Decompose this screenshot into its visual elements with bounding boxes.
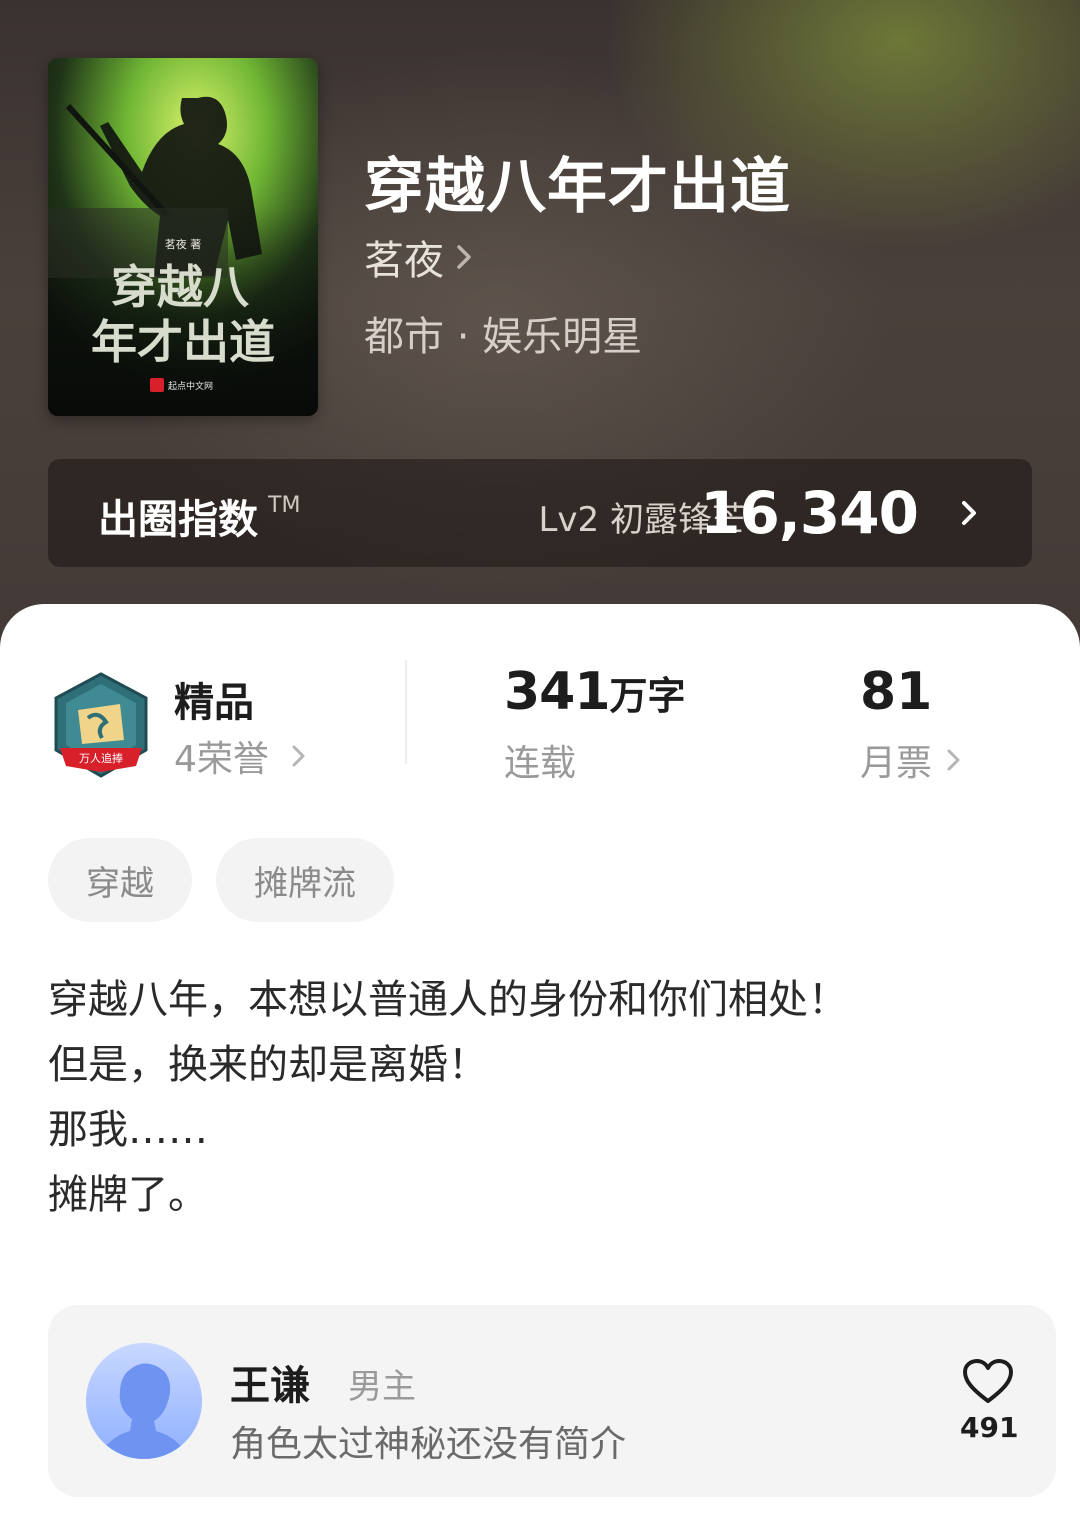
- like-count: 491: [960, 1411, 1019, 1444]
- monthly-tickets-label: 月票: [860, 743, 933, 784]
- synopsis-line: 摊牌了。: [48, 1172, 208, 1218]
- like-button[interactable]: 491: [960, 1359, 1019, 1444]
- cover-artwork: 茗夜 著 穿越八 年才出道 起点中文网: [48, 58, 318, 416]
- honor-link[interactable]: 4荣誉: [174, 730, 307, 782]
- cover-title-line2: 年才出道: [91, 315, 275, 369]
- tag-chip[interactable]: 摊牌流: [216, 838, 394, 922]
- heart-icon: [963, 1359, 1013, 1403]
- avatar: [86, 1343, 202, 1459]
- popularity-index-bar[interactable]: 出圈指数 TM Lv2 初露锋芒 16,340: [48, 459, 1032, 567]
- synopsis-line: 但是，换来的却是离婚！: [48, 1042, 488, 1088]
- character-card[interactable]: 王谦 男主 角色太过神秘还没有简介 491: [48, 1305, 1056, 1497]
- author-name: 茗夜: [364, 238, 444, 284]
- synopsis-line: 穿越八年，本想以普通人的身份和你们相处！: [48, 977, 848, 1023]
- character-name: 王谦: [230, 1363, 310, 1409]
- chevron-right-icon: [457, 245, 471, 269]
- cover-title-line1: 穿越八: [111, 260, 250, 314]
- book-title: 穿越八年才出道: [364, 152, 791, 222]
- cover-publisher-text: 起点中文网: [168, 380, 213, 392]
- cover-author-text: 茗夜 著: [165, 237, 202, 251]
- book-detail-card: 万人追捧 精品 4荣誉 341万字 连载 81 月票 穿越 摊牌流 穿越八年，本…: [0, 604, 1080, 1518]
- book-genre: 都市 · 娱乐明星: [364, 314, 643, 360]
- chevron-right-icon: [292, 745, 305, 767]
- trademark-mark: TM: [268, 493, 301, 518]
- character-role: 男主: [348, 1367, 416, 1407]
- word-count-unit: 万字: [609, 674, 686, 718]
- stats-divider: [405, 660, 407, 764]
- chevron-right-icon: [947, 749, 960, 771]
- index-label: 出圈指数: [98, 497, 258, 543]
- monthly-tickets-link[interactable]: 月票: [860, 734, 962, 786]
- character-description: 角色太过神秘还没有简介: [230, 1424, 627, 1465]
- book-cover[interactable]: 茗夜 著 穿越八 年才出道 起点中文网: [48, 58, 318, 416]
- synopsis-line: 那我……: [48, 1107, 208, 1153]
- honor-badge-icon[interactable]: 万人追捧: [50, 670, 152, 782]
- badge-ribbon-text: 万人追捧: [79, 751, 123, 765]
- monthly-tickets-count: 81: [860, 662, 933, 722]
- chevron-right-icon: [962, 501, 976, 525]
- author-link[interactable]: 茗夜: [364, 232, 476, 284]
- honor-title: 精品: [174, 680, 254, 726]
- book-header: 茗夜 著 穿越八 年才出道 起点中文网 穿越八年才出道 茗夜 都市 · 娱乐明星…: [0, 0, 1080, 660]
- word-count-number: 341: [504, 662, 611, 722]
- character-silhouette-icon: [86, 1343, 202, 1459]
- publisher-logo-icon: [150, 378, 164, 392]
- word-count: 341万字: [504, 662, 686, 722]
- index-value: 16,340: [700, 479, 919, 547]
- serial-status: 连载: [504, 743, 577, 784]
- honor-count: 4荣誉: [174, 739, 269, 780]
- tag-chip[interactable]: 穿越: [48, 838, 192, 922]
- tag-list: 穿越 摊牌流: [48, 838, 394, 922]
- book-synopsis[interactable]: 穿越八年，本想以普通人的身份和你们相处！ 但是，换来的却是离婚！ 那我…… 摊牌…: [48, 968, 1028, 1228]
